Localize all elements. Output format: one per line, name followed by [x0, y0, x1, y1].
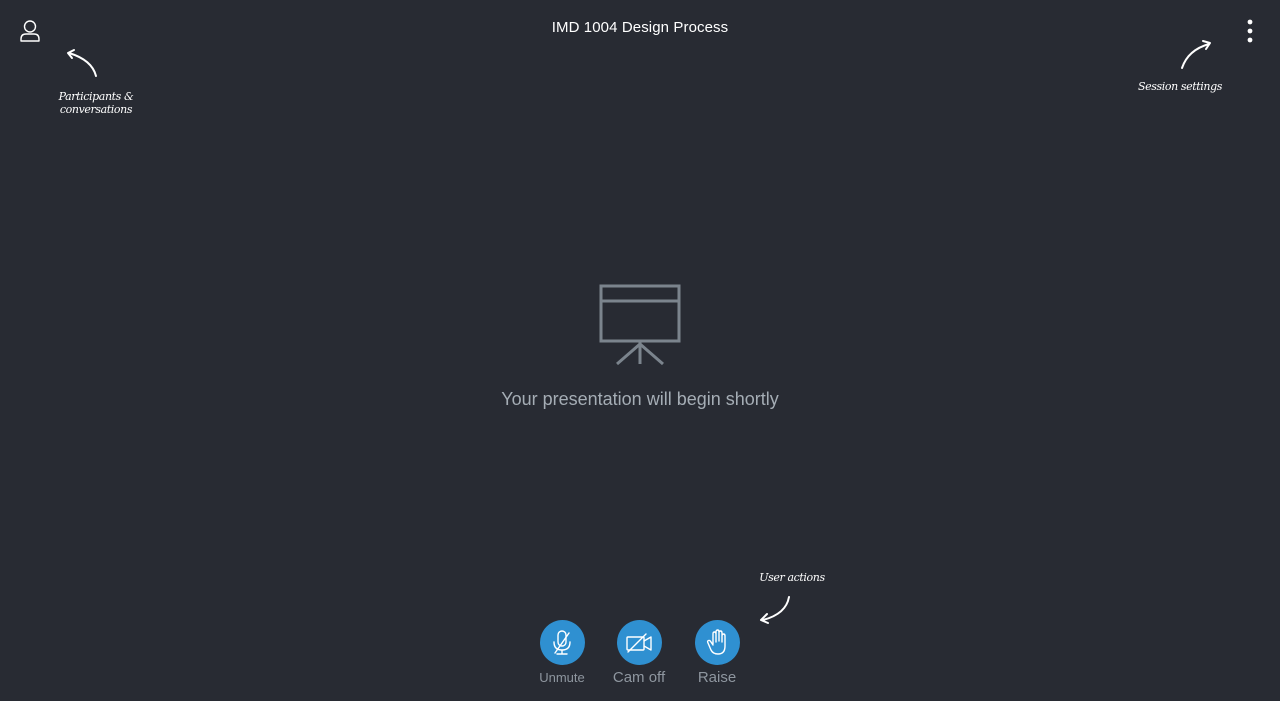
presentation-screen-icon	[599, 284, 681, 366]
user-actions-bar: Unmute Cam off Raise	[0, 620, 1280, 690]
raise-hand-action: Raise	[677, 620, 757, 686]
curved-arrow-icon	[67, 49, 97, 77]
curved-arrow-icon	[1181, 40, 1211, 69]
presentation-status-message: Your presentation will begin shortly	[501, 389, 779, 409]
session-title: IMD 1004 Design Process	[551, 19, 729, 36]
camera-toggle-button[interactable]	[616, 620, 662, 665]
unmute-button[interactable]	[539, 620, 585, 665]
vertical-ellipsis-icon	[1247, 19, 1253, 43]
raise-hand-label: Raise	[697, 669, 737, 686]
user-actions-hint: User actions	[759, 571, 825, 584]
participants-hint: Participants & conversations	[58, 90, 134, 116]
camera-off-icon	[626, 632, 652, 653]
unmute-label: Unmute	[539, 670, 585, 685]
raise-hand-button[interactable]	[694, 620, 740, 665]
unmute-action: Unmute	[522, 620, 602, 685]
camera-action: Cam off	[599, 620, 679, 686]
microphone-muted-icon	[553, 629, 571, 655]
session-settings-button[interactable]	[1238, 15, 1262, 47]
camera-toggle-label: Cam off	[612, 669, 666, 686]
raise-hand-icon	[706, 628, 726, 655]
session-settings-hint: Session settings	[1138, 80, 1222, 93]
